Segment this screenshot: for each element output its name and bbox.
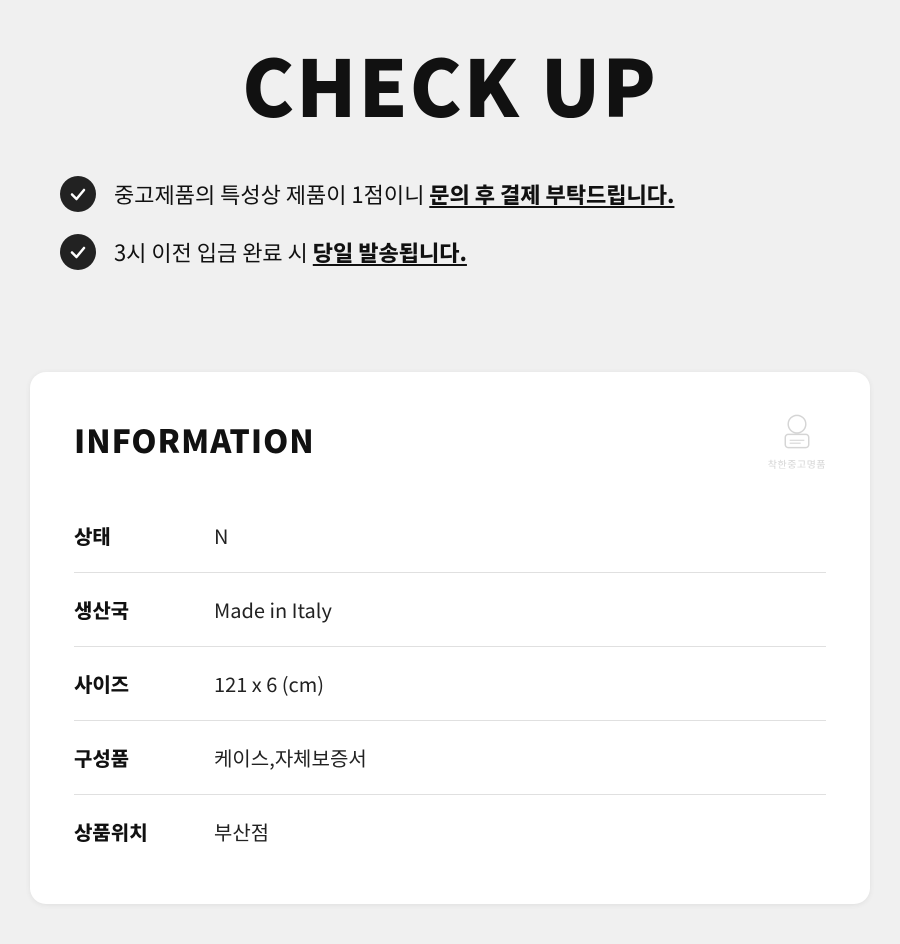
value-status: N bbox=[214, 499, 826, 573]
info-card-header: INFORMATION 착한중고명품 bbox=[74, 408, 826, 471]
table-row-status: 상태 N bbox=[74, 499, 826, 573]
checklist-item-2-text: 3시 이전 입금 완료 시 당일 발송됩니다. bbox=[114, 237, 467, 268]
checklist: 중고제품의 특성상 제품이 1점이니 문의 후 결제 부탁드립니다. 3시 이전… bbox=[60, 176, 840, 270]
check-icon-1 bbox=[60, 176, 96, 212]
checklist-item-1-text: 중고제품의 특성상 제품이 1점이니 문의 후 결제 부탁드립니다. bbox=[114, 179, 674, 210]
checklist-item-2-highlight: 당일 발송됩니다. bbox=[313, 236, 467, 268]
brand-logo: 착한중고명품 bbox=[768, 408, 826, 471]
checklist-item-1: 중고제품의 특성상 제품이 1점이니 문의 후 결제 부탁드립니다. bbox=[60, 176, 840, 212]
info-card: INFORMATION 착한중고명품 상태 N bbox=[30, 372, 870, 904]
top-section: CHECK UP 중고제품의 특성상 제품이 1점이니 문의 후 결제 부탁드립… bbox=[0, 0, 900, 332]
label-status: 상태 bbox=[74, 499, 214, 573]
label-location: 상품위치 bbox=[74, 795, 214, 869]
page-title: CHECK UP bbox=[60, 28, 840, 140]
label-origin: 생산국 bbox=[74, 573, 214, 647]
info-section: INFORMATION 착한중고명품 상태 N bbox=[0, 332, 900, 944]
table-row-size: 사이즈 121 x 6 (cm) bbox=[74, 647, 826, 721]
page-wrapper: CHECK UP 중고제품의 특성상 제품이 1점이니 문의 후 결제 부탁드립… bbox=[0, 0, 900, 944]
check-icon-2 bbox=[60, 234, 96, 270]
info-table: 상태 N 생산국 Made in Italy 사이즈 121 x 6 (cm) … bbox=[74, 499, 826, 868]
checklist-item-1-highlight: 문의 후 결제 부탁드립니다. bbox=[429, 178, 674, 210]
info-card-title: INFORMATION bbox=[74, 417, 315, 463]
checklist-item-2: 3시 이전 입금 완료 시 당일 발송됩니다. bbox=[60, 234, 840, 270]
table-row-components: 구성품 케이스,자체보증서 bbox=[74, 721, 826, 795]
label-size: 사이즈 bbox=[74, 647, 214, 721]
label-components: 구성품 bbox=[74, 721, 214, 795]
value-origin: Made in Italy bbox=[214, 573, 826, 647]
value-size: 121 x 6 (cm) bbox=[214, 647, 826, 721]
table-row-location: 상품위치 부산점 bbox=[74, 795, 826, 869]
table-row-origin: 생산국 Made in Italy bbox=[74, 573, 826, 647]
value-location: 부산점 bbox=[214, 795, 826, 869]
brand-logo-text: 착한중고명품 bbox=[768, 456, 826, 471]
value-components: 케이스,자체보증서 bbox=[214, 721, 826, 795]
